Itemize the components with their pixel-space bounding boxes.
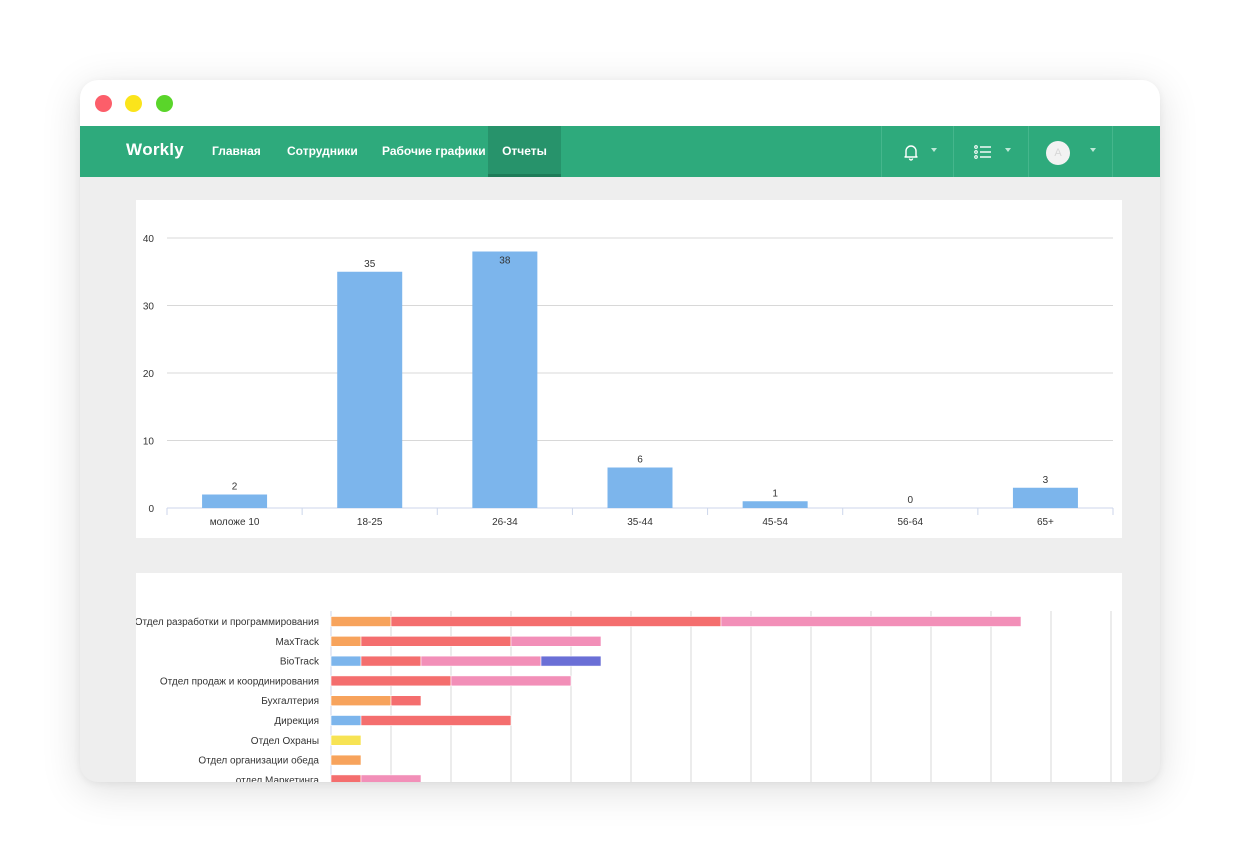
category-label: Бухгалтерия bbox=[261, 696, 319, 707]
chevron-down-icon[interactable] bbox=[1005, 148, 1011, 152]
y-tick-label: 40 bbox=[143, 234, 155, 245]
y-tick-label: 10 bbox=[143, 437, 155, 448]
category-label: Отдел продаж и координирования bbox=[160, 676, 319, 687]
list-icon[interactable] bbox=[974, 126, 992, 177]
department-chart-card: Отдел разработки и программирования MaxTr… bbox=[135, 573, 1122, 782]
chevron-down-icon[interactable] bbox=[931, 148, 937, 152]
nav-divider bbox=[881, 126, 882, 177]
category-label: Дирекция bbox=[274, 716, 319, 727]
bar-segment bbox=[330, 616, 392, 627]
maximize-window-button[interactable] bbox=[156, 95, 173, 112]
nav-employees[interactable]: Сотрудники bbox=[287, 126, 358, 177]
age-distribution-chart: 0102030402моложе 103518-253826-34635-441… bbox=[143, 234, 1114, 528]
close-window-button[interactable] bbox=[95, 95, 112, 112]
bar bbox=[607, 467, 673, 508]
bar-segment bbox=[420, 655, 542, 667]
category-label: Отдел Охраны bbox=[251, 736, 319, 747]
bar-segment bbox=[330, 655, 362, 667]
bar-segment bbox=[360, 715, 512, 726]
category-label: Отдел организации обеда bbox=[198, 755, 319, 767]
y-tick-label: 0 bbox=[148, 504, 154, 515]
bar-segment bbox=[330, 635, 362, 647]
category-label: BioTrack bbox=[280, 657, 320, 668]
nav-divider bbox=[1112, 126, 1113, 177]
bar bbox=[337, 271, 403, 508]
data-label: 1 bbox=[772, 488, 778, 499]
bar-segment bbox=[450, 675, 572, 687]
category-label: отдел Маркетинга bbox=[236, 775, 320, 782]
bar-segment bbox=[330, 675, 452, 687]
bar bbox=[742, 501, 808, 508]
bar-segment bbox=[540, 655, 602, 667]
x-tick-label: 45-54 bbox=[762, 517, 788, 528]
bar-segment bbox=[330, 774, 362, 782]
x-tick-label: 18-25 bbox=[357, 517, 383, 528]
data-label: 35 bbox=[364, 259, 376, 270]
x-tick-label: 56-64 bbox=[897, 517, 923, 528]
bar bbox=[472, 251, 538, 508]
app-logo[interactable]: Wоrkly bbox=[126, 140, 184, 160]
x-tick-label: 35-44 bbox=[627, 517, 653, 528]
age-chart-card: 0 10 20 30 40 2 моложе 10 35 18-25 38 26-34 6 35-44 1… bbox=[136, 200, 1122, 538]
nav-reports[interactable]: Отчеты bbox=[488, 126, 561, 177]
bar-segment bbox=[510, 635, 602, 647]
x-tick-label: 65+ bbox=[1037, 517, 1054, 528]
bar-segment bbox=[360, 635, 512, 647]
bell-icon[interactable] bbox=[902, 126, 920, 177]
nav-work-schedules[interactable]: Рабочие графики bbox=[382, 126, 486, 177]
nav-divider bbox=[953, 126, 954, 177]
bar-segment bbox=[390, 695, 422, 706]
data-label: 3 bbox=[1043, 475, 1049, 486]
bar-segment bbox=[330, 754, 362, 766]
bar bbox=[1012, 487, 1078, 508]
bar-segment bbox=[720, 616, 1022, 627]
category-label: MaxTrack bbox=[275, 637, 320, 648]
bar bbox=[202, 494, 268, 508]
data-label: 38 bbox=[499, 256, 511, 267]
bar-segment bbox=[360, 655, 422, 667]
data-label: 2 bbox=[232, 482, 238, 493]
nav-home[interactable]: Главная bbox=[212, 126, 261, 177]
chevron-down-icon[interactable] bbox=[1090, 148, 1096, 152]
category-label: Отдел разработки и программирования bbox=[136, 616, 319, 628]
bar-segment bbox=[330, 695, 392, 706]
minimize-window-button[interactable] bbox=[125, 95, 142, 112]
x-tick-label: 26-34 bbox=[492, 517, 518, 528]
bar-segment bbox=[330, 735, 362, 746]
bar-segment bbox=[390, 616, 722, 627]
department-stacked-chart: Отдел разработки и программирования MaxTr… bbox=[135, 611, 1112, 782]
browser-window: Wоrkly Главная Сотрудники Рабочие график… bbox=[80, 80, 1160, 782]
window-titlebar bbox=[80, 80, 1160, 126]
bar-segment bbox=[330, 715, 362, 726]
data-label: 6 bbox=[637, 455, 643, 466]
x-tick-label: моложе 10 bbox=[210, 517, 260, 528]
y-tick-label: 20 bbox=[143, 369, 155, 380]
y-tick-label: 30 bbox=[143, 302, 155, 313]
data-label: 0 bbox=[908, 495, 914, 506]
avatar[interactable]: A bbox=[1046, 141, 1070, 165]
nav-divider bbox=[1028, 126, 1029, 177]
top-navbar: Wоrkly Главная Сотрудники Рабочие график… bbox=[80, 126, 1160, 177]
bar-segment bbox=[360, 774, 422, 782]
